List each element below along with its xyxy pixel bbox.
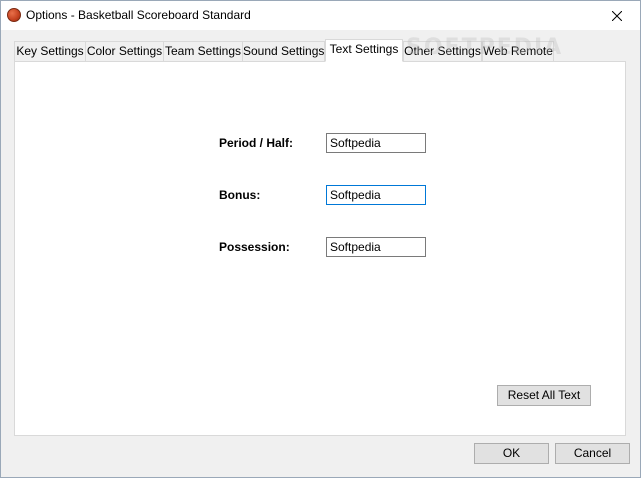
title-bar: Options - Basketball Scoreboard Standard	[1, 1, 640, 30]
window-title: Options - Basketball Scoreboard Standard	[26, 8, 251, 22]
tab-sound-settings[interactable]: Sound Settings	[242, 41, 325, 61]
tab-web-remote[interactable]: Web Remote	[482, 41, 554, 61]
bonus-input[interactable]	[326, 185, 426, 205]
bonus-label: Bonus:	[219, 188, 261, 202]
text-settings-panel: Period / Half: Bonus: Possession: Reset …	[14, 61, 626, 436]
tab-text-settings[interactable]: Text Settings	[325, 39, 403, 62]
basketball-icon	[7, 8, 21, 22]
tab-team-settings[interactable]: Team Settings	[163, 41, 243, 61]
tab-strip: Key Settings Color Settings Team Setting…	[14, 39, 629, 62]
possession-input[interactable]	[326, 237, 426, 257]
tab-color-settings[interactable]: Color Settings	[85, 41, 164, 61]
reset-all-text-button[interactable]: Reset All Text	[497, 385, 591, 406]
period-half-input[interactable]	[326, 133, 426, 153]
cancel-button[interactable]: Cancel	[555, 443, 630, 464]
options-window: Options - Basketball Scoreboard Standard…	[0, 0, 641, 478]
tab-other-settings[interactable]: Other Settings	[403, 41, 482, 61]
possession-label: Possession:	[219, 240, 290, 254]
period-half-label: Period / Half:	[219, 136, 294, 150]
close-icon	[612, 10, 622, 21]
close-button[interactable]	[594, 1, 640, 30]
ok-button[interactable]: OK	[474, 443, 549, 464]
tab-key-settings[interactable]: Key Settings	[14, 41, 86, 61]
